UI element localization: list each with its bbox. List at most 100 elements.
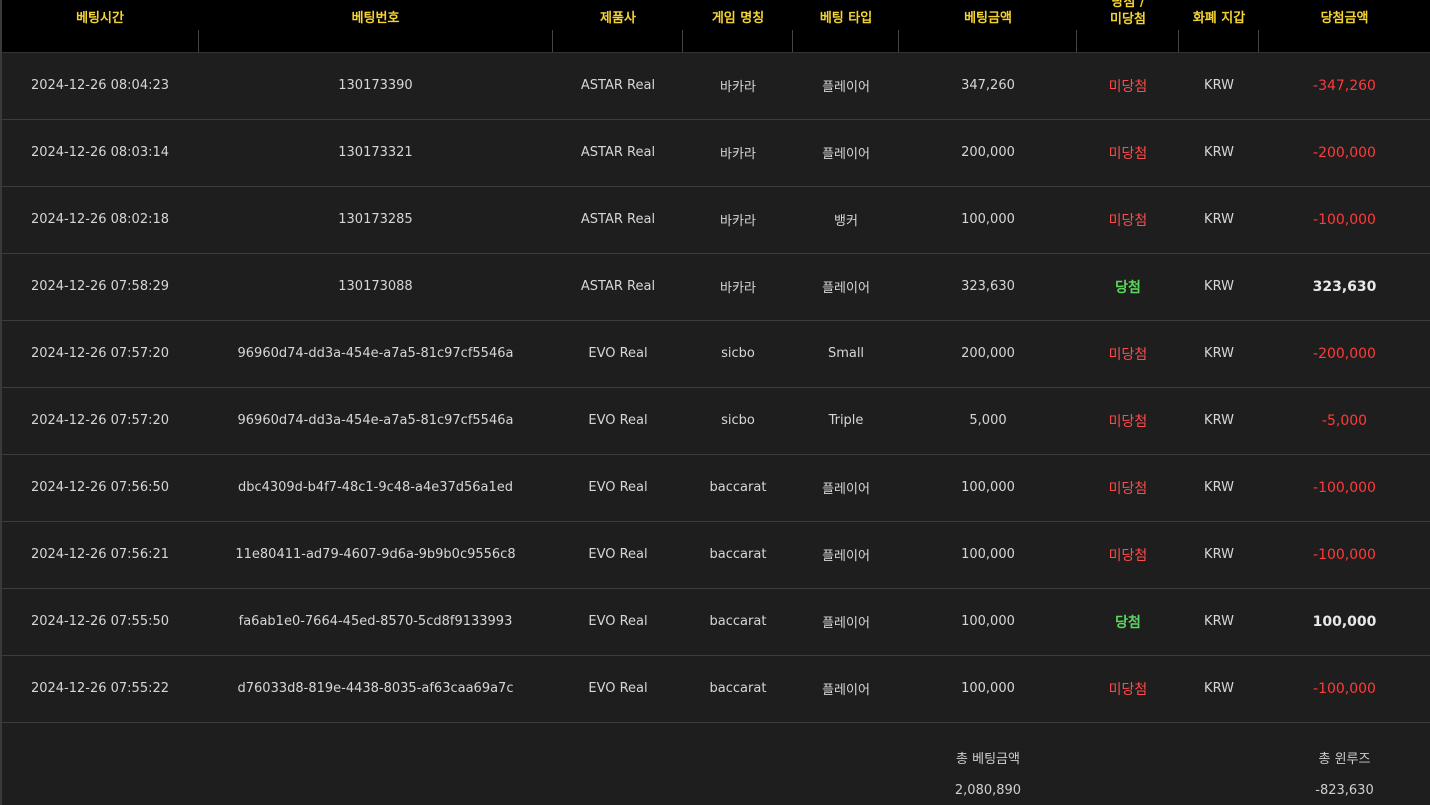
cell-bet-time: 2024-12-26 07:57:20: [30, 346, 170, 361]
cell-provider: EVO Real: [588, 681, 648, 696]
cell-bet-id: 11e80411-ad79-4607-9d6a-9b9b0c9556c8: [235, 547, 516, 562]
cell-provider: EVO Real: [588, 346, 648, 361]
cell-currency: KRW: [1204, 413, 1234, 428]
table-row[interactable]: 2024-12-26 08:04:23 130173390 ASTAR Real 바카…: [2, 52, 1430, 119]
cell-result: 미당첨: [1108, 480, 1148, 497]
cell-result: 미당첨: [1108, 78, 1148, 95]
cell-game-name: sicbo: [721, 413, 755, 428]
table-row[interactable]: 2024-12-26 08:03:14 130173321 ASTAR Real 바카…: [2, 119, 1430, 186]
cell-bet-time: 2024-12-26 07:55:22: [30, 681, 170, 696]
cell-bet-id: d76033d8-819e-4438-8035-af63caa69a7c: [237, 681, 514, 696]
table-row[interactable]: 2024-12-26 07:57:20 96960d74-dd3a-454e-a7…: [2, 320, 1430, 387]
cell-bet-time: 2024-12-26 07:56:21: [30, 547, 170, 562]
cell-bet-type: 플레이어: [822, 616, 870, 631]
col-header-bet-type[interactable]: 베팅 타입: [793, 0, 899, 53]
cell-bet-time: 2024-12-26 08:03:14: [30, 145, 170, 160]
cell-bet-id: 130173390: [338, 78, 413, 93]
cell-currency: KRW: [1204, 614, 1234, 629]
col-header-bet-amount[interactable]: 베팅금액: [899, 0, 1077, 53]
col-header-game-name[interactable]: 게임 명칭: [683, 0, 793, 53]
table-row[interactable]: 2024-12-26 07:55:50 fa6ab1e0-7664-45ed-85…: [2, 588, 1430, 655]
cell-result: 미당첨: [1108, 413, 1148, 430]
cell-bet-id: fa6ab1e0-7664-45ed-8570-5cd8f9133993: [238, 614, 513, 629]
cell-provider: EVO Real: [588, 614, 648, 629]
cell-bet-amount: 100,000: [961, 547, 1015, 562]
cell-provider: ASTAR Real: [580, 212, 656, 227]
cell-win-amount: -100,000: [1313, 680, 1376, 697]
cell-currency: KRW: [1204, 279, 1234, 294]
cell-game-name: sicbo: [721, 346, 755, 361]
cell-bet-type: 플레이어: [822, 147, 870, 162]
table-row[interactable]: 2024-12-26 08:02:18 130173285 ASTAR Real 바카…: [2, 186, 1430, 253]
cell-bet-amount: 323,630: [961, 279, 1015, 294]
cell-currency: KRW: [1204, 212, 1234, 227]
cell-bet-type: 플레이어: [822, 683, 870, 698]
cell-bet-type: 플레이어: [822, 281, 870, 296]
cell-bet-amount: 100,000: [961, 212, 1015, 227]
cell-provider: EVO Real: [588, 413, 648, 428]
total-bet-label: 총 베팅금액: [956, 752, 1020, 767]
table-row[interactable]: 2024-12-26 07:56:21 11e80411-ad79-4607-9d…: [2, 521, 1430, 588]
cell-bet-type: 플레이어: [822, 80, 870, 95]
cell-result: 미당첨: [1108, 346, 1148, 363]
cell-bet-amount: 200,000: [961, 145, 1015, 160]
cell-win-amount: -100,000: [1313, 479, 1376, 496]
cell-result: 미당첨: [1108, 145, 1148, 162]
col-header-win-amount[interactable]: 당첨금액: [1259, 0, 1430, 53]
col-header-bet-time[interactable]: 베팅시간: [2, 0, 198, 53]
cell-bet-amount: 5,000: [969, 413, 1007, 428]
table-body: 2024-12-26 08:04:23 130173390 ASTAR Real 바카…: [2, 52, 1430, 722]
cell-win-amount: -347,260: [1313, 77, 1376, 94]
cell-bet-amount: 347,260: [961, 78, 1015, 93]
cell-win-amount: -100,000: [1313, 211, 1376, 228]
cell-bet-type: Small: [827, 346, 865, 361]
cell-game-name: 바카라: [720, 281, 756, 296]
cell-bet-time: 2024-12-26 07:57:20: [30, 413, 170, 428]
cell-result: 미당첨: [1108, 681, 1148, 698]
cell-result: 당첨: [1115, 279, 1141, 296]
cell-bet-time: 2024-12-26 07:56:50: [30, 480, 170, 495]
cell-game-name: 바카라: [720, 80, 756, 95]
cell-game-name: baccarat: [709, 681, 767, 696]
cell-game-name: baccarat: [709, 547, 767, 562]
cell-bet-time: 2024-12-26 07:55:50: [30, 614, 170, 629]
cell-currency: KRW: [1204, 547, 1234, 562]
cell-game-name: 바카라: [720, 147, 756, 162]
cell-provider: EVO Real: [588, 480, 648, 495]
cell-game-name: baccarat: [709, 480, 767, 495]
cell-currency: KRW: [1204, 480, 1234, 495]
cell-win-amount: 100,000: [1312, 613, 1377, 630]
total-winloss-label: 총 윈루즈: [1318, 752, 1371, 767]
table-row[interactable]: 2024-12-26 07:55:22 d76033d8-819e-4438-80…: [2, 655, 1430, 722]
cell-bet-time: 2024-12-26 08:04:23: [30, 78, 170, 93]
table-row[interactable]: 2024-12-26 07:57:20 96960d74-dd3a-454e-a7…: [2, 387, 1430, 454]
cell-result: 당첨: [1115, 614, 1141, 631]
col-header-provider[interactable]: 제품사: [553, 0, 683, 53]
cell-bet-id: dbc4309d-b4f7-48c1-9c48-a4e37d56a1ed: [237, 480, 514, 495]
table-header: 베팅시간 베팅번호 제품사 게임 명칭 베팅 타입 베팅금액 당첨 / 미당첨 화…: [2, 0, 1430, 53]
cell-bet-id: 130173088: [338, 279, 413, 294]
total-bet-value: 2,080,890: [954, 783, 1022, 798]
cell-bet-amount: 100,000: [961, 480, 1015, 495]
col-header-bet-id[interactable]: 베팅번호: [198, 0, 553, 53]
cell-currency: KRW: [1204, 681, 1234, 696]
cell-provider: EVO Real: [588, 547, 648, 562]
col-header-currency-wallet[interactable]: 화폐 지갑: [1179, 0, 1259, 53]
table-row[interactable]: 2024-12-26 07:56:50 dbc4309d-b4f7-48c1-9c…: [2, 454, 1430, 521]
cell-bet-id: 130173321: [338, 145, 413, 160]
cell-win-amount: -5,000: [1321, 412, 1368, 429]
cell-bet-amount: 100,000: [961, 681, 1015, 696]
cell-provider: ASTAR Real: [580, 279, 656, 294]
cell-currency: KRW: [1204, 145, 1234, 160]
cell-currency: KRW: [1204, 346, 1234, 361]
table-row[interactable]: 2024-12-26 07:58:29 130173088 ASTAR Real 바카…: [2, 253, 1430, 320]
cell-provider: ASTAR Real: [580, 145, 656, 160]
cell-bet-type: Triple: [828, 413, 864, 428]
cell-bet-id: 130173285: [338, 212, 413, 227]
cell-bet-amount: 100,000: [961, 614, 1015, 629]
cell-bet-type: 뱅커: [834, 214, 858, 229]
cell-bet-time: 2024-12-26 08:02:18: [30, 212, 170, 227]
cell-bet-id: 96960d74-dd3a-454e-a7a5-81c97cf5546a: [237, 346, 514, 361]
total-winloss-value: -823,630: [1315, 783, 1374, 798]
col-header-result[interactable]: 당첨 / 미당첨: [1077, 0, 1179, 53]
